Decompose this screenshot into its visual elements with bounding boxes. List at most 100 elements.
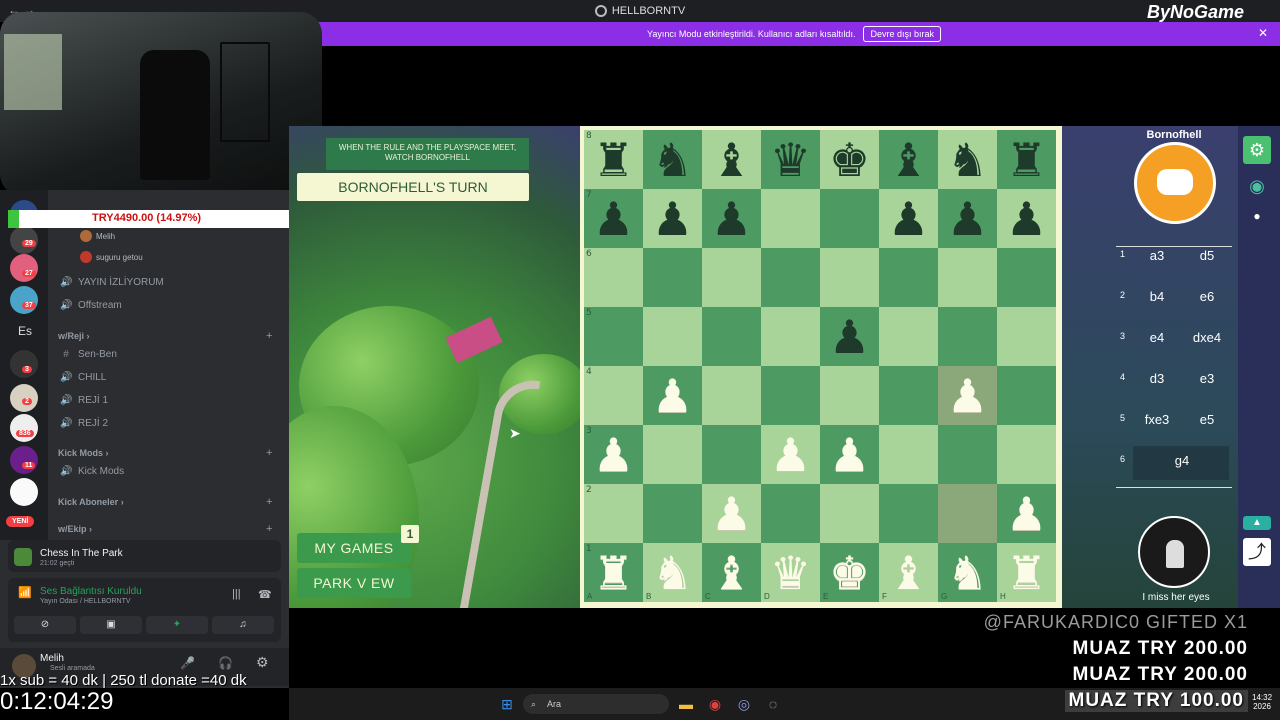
board-square[interactable]: [879, 248, 938, 307]
category-reji[interactable]: w/Reji ›: [58, 331, 90, 341]
server-icon[interactable]: [10, 286, 38, 314]
white-move[interactable]: e4: [1134, 330, 1180, 345]
board-square[interactable]: [997, 425, 1056, 484]
black-queen-piece[interactable]: ♛: [770, 137, 811, 183]
black-move[interactable]: e5: [1184, 412, 1230, 427]
board-square[interactable]: ♟: [643, 366, 702, 425]
user-mini-avatar[interactable]: ●: [1243, 202, 1271, 230]
headphones-icon[interactable]: 🎧: [218, 656, 233, 670]
voice-member[interactable]: suguru getou: [80, 251, 143, 263]
black-move[interactable]: e3: [1184, 371, 1230, 386]
server-icon[interactable]: [10, 478, 38, 506]
board-square[interactable]: [761, 248, 820, 307]
taskbar-search[interactable]: ⌕ Ara: [523, 694, 669, 714]
server-icon[interactable]: [10, 254, 38, 282]
arrow-up-icon[interactable]: ▲: [1243, 516, 1271, 530]
category-kick-mods[interactable]: Kick Mods ›: [58, 448, 109, 458]
board-square[interactable]: [761, 189, 820, 248]
board-square[interactable]: 3 ♟: [584, 425, 643, 484]
screen-share-button[interactable]: ▣: [80, 616, 142, 634]
board-square[interactable]: ♞: [643, 130, 702, 189]
board-square[interactable]: ♟: [820, 307, 879, 366]
board-square[interactable]: E ♚: [820, 543, 879, 602]
taskbar-clock[interactable]: 14:32 2026: [1252, 693, 1272, 711]
board-square[interactable]: [879, 366, 938, 425]
board-square[interactable]: [761, 307, 820, 366]
black-pawn-piece[interactable]: ♟: [888, 196, 929, 242]
board-square[interactable]: [938, 484, 997, 543]
board-square[interactable]: ♟: [702, 189, 761, 248]
board-square[interactable]: 6: [584, 248, 643, 307]
black-bishop-piece[interactable]: ♝: [888, 137, 929, 183]
board-square[interactable]: [879, 425, 938, 484]
board-square[interactable]: C ♝: [702, 543, 761, 602]
board-square[interactable]: [702, 307, 761, 366]
chess-board[interactable]: 8 ♜ ♞ ♝ ♛ ♚ ♝ ♞ ♜ 7 ♟ ♟ ♟ ♟ ♟ ♟ 6 5 ♟ 4 ♟ ♟ 3 ♟ ♟ ♟ 2 ♟ ♟ 1 A ♜ B ♞ C ♝ D ♛ E ♚…: [584, 130, 1056, 602]
white-pawn-piece[interactable]: ♟: [1006, 491, 1047, 537]
board-square[interactable]: [702, 366, 761, 425]
white-pawn-piece[interactable]: ♟: [770, 432, 811, 478]
board-square[interactable]: [820, 189, 879, 248]
voice-channel[interactable]: 🔊 Offstream: [60, 300, 122, 311]
board-square[interactable]: ♛: [761, 130, 820, 189]
black-knight-piece[interactable]: ♞: [652, 137, 693, 183]
activities-button[interactable]: ✦: [146, 616, 208, 634]
discord-icon[interactable]: ◎: [734, 694, 754, 714]
board-square[interactable]: [820, 248, 879, 307]
soundboard-button[interactable]: ♫: [212, 616, 274, 634]
settings-gear-icon[interactable]: ⚙: [1243, 136, 1271, 164]
text-channel[interactable]: # Sen-Ben: [60, 349, 117, 360]
white-move[interactable]: a3: [1134, 248, 1180, 263]
board-square[interactable]: [820, 484, 879, 543]
board-square[interactable]: D ♛: [761, 543, 820, 602]
category-ekip[interactable]: w/Ekip ›: [58, 524, 92, 534]
black-pawn-piece[interactable]: ♟: [711, 196, 752, 242]
board-square[interactable]: ♟: [702, 484, 761, 543]
board-square[interactable]: ♟: [761, 425, 820, 484]
board-square[interactable]: [997, 248, 1056, 307]
board-square[interactable]: [643, 248, 702, 307]
board-square[interactable]: [879, 307, 938, 366]
board-square[interactable]: 2: [584, 484, 643, 543]
app-icon[interactable]: ◌: [763, 694, 783, 714]
player-avatar[interactable]: [1138, 516, 1210, 588]
board-square[interactable]: [643, 307, 702, 366]
white-move[interactable]: b4: [1134, 289, 1180, 304]
eye-icon[interactable]: ◉: [1243, 172, 1271, 200]
board-square[interactable]: 5: [584, 307, 643, 366]
voice-member[interactable]: Melih: [80, 230, 115, 242]
white-knight-piece[interactable]: ♞: [652, 550, 693, 596]
voice-channel[interactable]: 🔊 YAYIN İZLİYORUM: [60, 277, 164, 288]
board-square[interactable]: B ♞: [643, 543, 702, 602]
close-icon[interactable]: ✕: [1258, 26, 1268, 40]
board-square[interactable]: ♟: [997, 189, 1056, 248]
board-square[interactable]: ♟: [938, 366, 997, 425]
black-pawn-piece[interactable]: ♟: [652, 196, 693, 242]
my-games-button[interactable]: MY GAMES: [297, 533, 411, 563]
board-square[interactable]: ♝: [702, 130, 761, 189]
black-pawn-piece[interactable]: ♟: [1006, 196, 1047, 242]
board-square[interactable]: [997, 307, 1056, 366]
board-square[interactable]: G ♞: [938, 543, 997, 602]
board-square[interactable]: [938, 307, 997, 366]
board-square[interactable]: H ♜: [997, 543, 1056, 602]
park-view-button[interactable]: PARK V EW: [297, 568, 411, 598]
white-move[interactable]: g4: [1159, 453, 1205, 468]
voice-channel[interactable]: 🔊 REJİ 2: [60, 418, 108, 429]
board-square[interactable]: F ♝: [879, 543, 938, 602]
black-king-piece[interactable]: ♚: [829, 137, 870, 183]
board-square[interactable]: 7 ♟: [584, 189, 643, 248]
activity-card[interactable]: Chess In The Park 21:02 geçti: [8, 540, 281, 572]
white-move[interactable]: d3: [1134, 371, 1180, 386]
white-pawn-piece[interactable]: ♟: [652, 373, 693, 419]
black-rook-piece[interactable]: ♜: [593, 137, 634, 183]
white-king-piece[interactable]: ♚: [829, 550, 870, 596]
black-pawn-piece[interactable]: ♟: [593, 196, 634, 242]
board-square[interactable]: [938, 425, 997, 484]
board-square[interactable]: ♟: [938, 189, 997, 248]
black-pawn-piece[interactable]: ♟: [947, 196, 988, 242]
board-square[interactable]: 8 ♜: [584, 130, 643, 189]
server-icon[interactable]: [10, 446, 38, 474]
board-square[interactable]: ♚: [820, 130, 879, 189]
black-rook-piece[interactable]: ♜: [1006, 137, 1047, 183]
